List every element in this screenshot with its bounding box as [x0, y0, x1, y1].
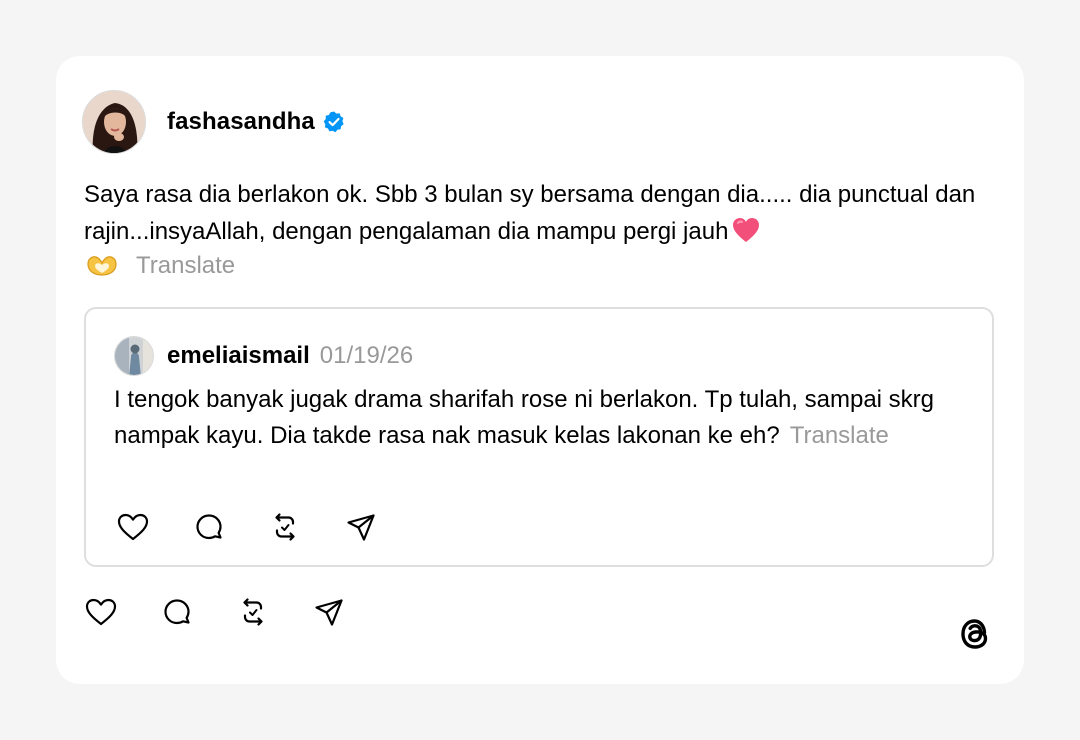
- quoted-translate-link[interactable]: Translate: [790, 422, 889, 449]
- threads-post-card: fashasandha Saya rasa dia berlakon ok. S…: [56, 56, 1024, 684]
- quoted-share-send-icon[interactable]: [344, 510, 378, 544]
- post-translate[interactable]: Translate: [86, 252, 235, 280]
- post-header: fashasandha: [82, 90, 346, 154]
- heart-hands-emoji-icon: [86, 253, 118, 279]
- quoted-post-date: 01/19/26: [319, 342, 414, 369]
- pink-heart-emoji-icon: [732, 217, 760, 254]
- author-avatar[interactable]: [82, 90, 146, 154]
- quoted-like-heart-icon[interactable]: [116, 510, 150, 544]
- quoted-post-body: I tengok banyak jugak drama sharifah ros…: [114, 382, 934, 454]
- post-text: Saya rasa dia berlakon ok. Sbb 3 bulan s…: [84, 181, 976, 245]
- quoted-reply-comment-icon[interactable]: [192, 510, 226, 544]
- quoted-post[interactable]: emeliaismail 01/19/26 I tengok banyak ju…: [84, 307, 994, 567]
- repost-icon[interactable]: [236, 595, 270, 629]
- quoted-author-username[interactable]: emeliaismail: [167, 342, 310, 370]
- quoted-repost-icon[interactable]: [268, 510, 302, 544]
- threads-logo-icon[interactable]: [954, 613, 996, 655]
- post-actions: [84, 595, 388, 629]
- verified-badge-icon: [322, 110, 346, 134]
- translate-link[interactable]: Translate: [136, 252, 235, 280]
- like-heart-icon[interactable]: [84, 595, 118, 629]
- quoted-author-avatar[interactable]: [114, 336, 154, 376]
- quoted-post-actions: [116, 510, 420, 544]
- post-body: Saya rasa dia berlakon ok. Sbb 3 bulan s…: [84, 176, 1004, 254]
- quoted-post-header: emeliaismail 01/19/26: [114, 336, 413, 376]
- reply-comment-icon[interactable]: [160, 595, 194, 629]
- author-username[interactable]: fashasandha: [167, 108, 315, 136]
- share-send-icon[interactable]: [312, 595, 346, 629]
